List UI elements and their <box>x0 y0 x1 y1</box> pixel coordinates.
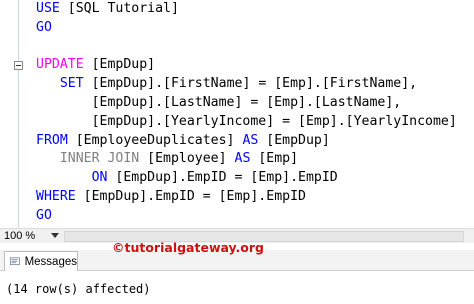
zoom-level[interactable]: 100 % <box>4 230 35 242</box>
code-token: GO <box>36 207 52 223</box>
code-line[interactable]: FROM [EmployeeDuplicates] AS [EmpDup] <box>36 132 457 151</box>
code-token: AS <box>242 132 267 148</box>
code-line[interactable]: WHERE [EmpDup].EmpID = [Emp].EmpID <box>36 188 457 207</box>
code-line[interactable]: GO <box>36 207 457 226</box>
code-line[interactable]: INNER JOIN [Employee] AS [Emp] <box>36 150 457 169</box>
code-token: [EmpDup].EmpID = [Emp].EmpID <box>83 188 306 204</box>
code-line[interactable] <box>36 38 457 57</box>
code-token: [EmpDup].[YearlyIncome] = [Emp].[YearlyI… <box>36 113 457 129</box>
code-token: SET <box>59 76 92 92</box>
collapse-toggle[interactable] <box>14 61 23 70</box>
code-line[interactable]: ON [EmpDup].EmpID = [Emp].EmpID <box>36 169 457 188</box>
watermark: ©tutorialgateway.org <box>112 240 264 255</box>
code-token: [EmpDup] <box>91 57 156 73</box>
tab-messages[interactable]: Messages <box>4 251 78 271</box>
code-token: [EmployeeDuplicates] <box>75 132 243 148</box>
code-token: ON <box>91 170 116 186</box>
code-token: GO <box>36 19 52 35</box>
code-token: [Emp] <box>258 151 299 167</box>
result-message: (14 row(s) affected) <box>6 282 151 296</box>
code-token: WHERE <box>36 188 84 204</box>
code-line[interactable]: UPDATE [EmpDup] <box>36 56 457 75</box>
code-token: [EmpDup] <box>266 132 330 148</box>
code-token: USE <box>36 1 68 16</box>
code-line[interactable]: SET [EmpDup].[FirstName] = [Emp].[FirstN… <box>36 75 457 94</box>
code-token: [EmpDup].[FirstName] = [Emp].[FirstName]… <box>91 76 418 92</box>
code-line[interactable]: USE [SQL Tutorial] <box>36 0 457 19</box>
sql-code[interactable]: USE [SQL Tutorial] GO UPDATE [EmpDup] SET … <box>36 0 457 226</box>
code-token: INNER JOIN <box>36 151 148 167</box>
code-token: FROM <box>36 132 76 148</box>
outline-gutter <box>18 0 19 228</box>
messages-icon <box>10 256 20 265</box>
code-token: [Employee] <box>147 151 235 167</box>
zoom-dropdown-arrow-icon[interactable] <box>51 233 59 238</box>
tab-messages-label: Messages <box>24 255 77 268</box>
code-token: UPDATE <box>36 57 92 73</box>
code-line[interactable]: [EmpDup].[LastName] = [Emp].[LastName], <box>36 94 457 113</box>
code-token: AS <box>234 151 259 167</box>
code-token: [EmpDup].EmpID = [Emp].EmpID <box>115 170 338 186</box>
query-editor[interactable]: USE [SQL Tutorial] GO UPDATE [EmpDup] SET … <box>0 0 474 228</box>
code-line[interactable]: GO <box>36 19 457 38</box>
code-token: [SQL Tutorial] <box>67 1 179 16</box>
code-token: [EmpDup].[LastName] = [Emp].[LastName], <box>36 94 402 110</box>
code-line[interactable]: [EmpDup].[YearlyIncome] = [Emp].[YearlyI… <box>36 113 457 132</box>
